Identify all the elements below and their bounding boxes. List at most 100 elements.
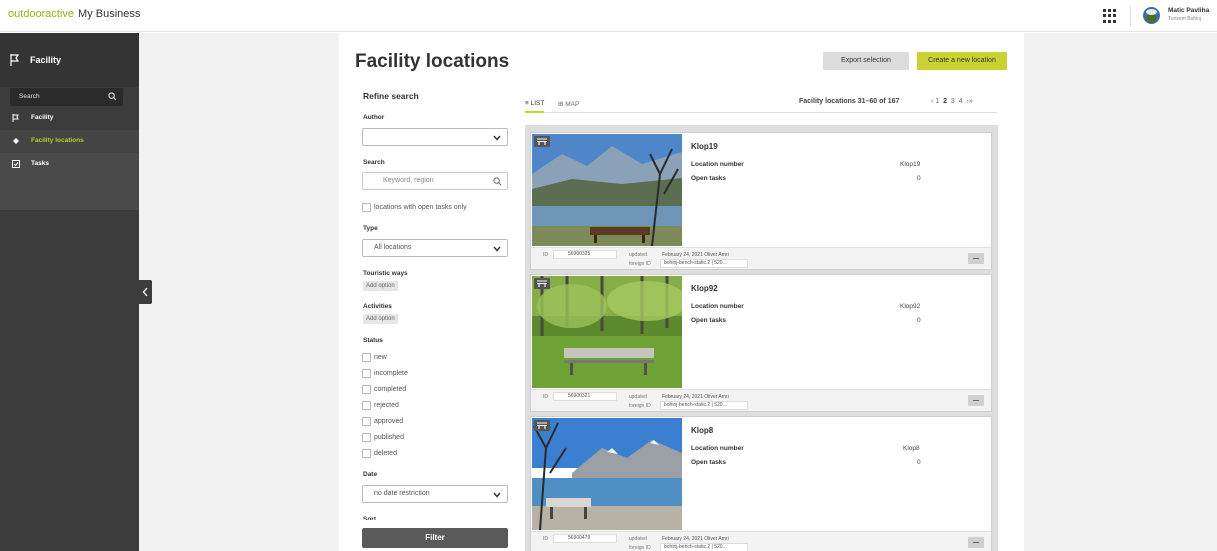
sidebar-item-label: Facility — [31, 114, 54, 121]
chevron-left-icon — [142, 287, 148, 297]
updated-label: updated — [629, 252, 648, 258]
status-option-label: completed — [374, 386, 407, 393]
status-checkbox[interactable] — [362, 401, 371, 410]
search-icon[interactable] — [493, 177, 502, 186]
top-divider — [1130, 6, 1131, 26]
location-photo[interactable] — [532, 134, 682, 246]
type-select[interactable]: All locations — [362, 239, 508, 257]
id-label: ID — [543, 252, 548, 258]
chevron-down-icon — [493, 135, 501, 141]
activities-add-option[interactable]: Add option — [363, 314, 398, 324]
id-value[interactable]: 56900321 — [553, 392, 617, 401]
list-item[interactable]: Klop8 Location number Klop8 Open tasks 0… — [530, 416, 992, 551]
location-number-label: Location number — [691, 445, 744, 452]
sidebar-item-label: Facility locations — [31, 137, 84, 144]
date-select[interactable]: no date restriction — [362, 485, 508, 503]
tab-map-label: MAP — [565, 101, 580, 108]
foreign-id-value[interactable]: bohinj-bench-static.2 | 520... — [660, 401, 748, 410]
open-tasks-label: Open tasks — [691, 459, 727, 466]
bench-icon — [534, 136, 550, 147]
location-photo[interactable] — [532, 418, 682, 530]
foreign-id-value[interactable]: bohinj-bench-static.2 | 520... — [660, 543, 748, 551]
id-label: ID — [543, 394, 548, 400]
open-tasks-value: 0 — [917, 317, 921, 324]
sidebar-item-facility[interactable]: Facility — [0, 107, 139, 130]
bench-icon — [534, 278, 550, 289]
location-number-value: Klop19 — [900, 161, 921, 168]
search-input[interactable]: Keyword, region — [362, 172, 508, 190]
sidebar-search-label: Search — [19, 93, 40, 100]
tab-list-label: LIST — [530, 100, 545, 107]
status-checkbox[interactable] — [362, 417, 371, 426]
left-gutter — [139, 33, 339, 551]
open-tasks-checkbox[interactable] — [362, 203, 371, 212]
list-item[interactable]: Klop19 Location number Klop19 Open tasks… — [530, 132, 992, 270]
location-photo[interactable] — [532, 276, 682, 388]
pager-page-1[interactable]: 1 — [935, 98, 939, 105]
list-item[interactable]: Klop92 Location number Klop92 Open tasks… — [530, 274, 992, 412]
foreign-id-label: foreign ID — [629, 261, 651, 267]
location-name[interactable]: Klop92 — [691, 284, 718, 293]
pager-page-current: 2 — [943, 98, 947, 105]
pager-page-4[interactable]: 4 — [959, 98, 963, 105]
foreign-id-label: foreign ID — [629, 545, 651, 551]
card-menu-button[interactable] — [968, 395, 984, 406]
touristic-ways-label: Touristic ways — [363, 270, 408, 277]
type-select-value: All locations — [374, 244, 412, 251]
results-count: Facility locations 31–60 of 167 — [799, 98, 900, 105]
touristic-ways-add-option[interactable]: Add option — [363, 281, 398, 291]
tab-map[interactable]: ⊞ MAP — [558, 100, 579, 108]
brand-logo[interactable]: outdooractive My Business — [8, 8, 140, 20]
brand-name-primary: outdooractive — [8, 8, 75, 20]
user-organization: Turizem Bohinj — [1168, 16, 1202, 22]
avatar[interactable] — [1143, 7, 1160, 24]
id-value[interactable]: 56900325 — [553, 250, 617, 259]
status-checkbox[interactable] — [362, 353, 371, 362]
author-label: Author — [363, 114, 385, 121]
location-number-value: Klop92 — [900, 303, 921, 310]
sidebar-title: Facility — [30, 55, 62, 65]
open-tasks-value: 0 — [917, 175, 921, 182]
sidebar-item-facility-locations[interactable]: Facility locations — [0, 130, 139, 153]
card-menu-button[interactable] — [968, 253, 984, 264]
top-bar: outdooractive My Business Matic Pavliha T… — [0, 0, 1217, 32]
results-list: Klop19 Location number Klop19 Open tasks… — [525, 125, 998, 551]
search-label: Search — [363, 159, 385, 166]
sidebar-item-tasks[interactable]: Tasks — [0, 153, 139, 176]
create-location-button[interactable]: Create a new location — [917, 52, 1007, 70]
search-placeholder: Keyword, region — [383, 177, 434, 184]
status-checkbox[interactable] — [362, 385, 371, 394]
status-checkbox[interactable] — [362, 369, 371, 378]
status-checkbox[interactable] — [362, 433, 371, 442]
open-tasks-label: locations with open tasks only — [374, 204, 467, 211]
pager-prev[interactable]: ‹ — [931, 98, 933, 105]
apps-grid-icon[interactable] — [1103, 9, 1117, 23]
location-name[interactable]: Klop8 — [691, 426, 713, 435]
open-tasks-label: Open tasks — [691, 317, 727, 324]
status-label: Status — [363, 337, 383, 344]
brand-name-secondary: My Business — [78, 8, 141, 20]
user-name[interactable]: Matic Pavliha — [1168, 7, 1209, 14]
pager-page-3[interactable]: 3 — [951, 98, 955, 105]
author-select[interactable] — [362, 128, 508, 146]
status-option-label: incomplete — [374, 370, 408, 377]
status-option-label: approved — [374, 418, 404, 425]
updated-label: updated — [629, 394, 648, 400]
foreign-id-value[interactable]: bohinj-bench-static.2 | 520... — [660, 259, 748, 268]
sidebar-collapse-button[interactable] — [139, 280, 152, 304]
activities-label: Activities — [363, 303, 392, 310]
status-checkbox[interactable] — [362, 449, 371, 458]
id-label: ID — [543, 536, 548, 542]
filter-button[interactable]: Filter — [362, 528, 508, 548]
type-label: Type — [363, 225, 378, 232]
card-menu-button[interactable] — [968, 537, 984, 548]
id-value[interactable]: 56900479 — [553, 534, 617, 543]
sidebar-search-input[interactable]: Search — [10, 88, 123, 106]
checkbox-icon — [12, 160, 20, 168]
updated-value: February 24, 2021 Oliver Amri — [662, 252, 729, 258]
search-icon[interactable] — [108, 92, 117, 101]
tab-list[interactable]: ≡ LIST — [525, 100, 545, 113]
export-selection-button[interactable]: Export selection — [823, 52, 909, 70]
pager-last[interactable]: » — [969, 98, 973, 105]
location-name[interactable]: Klop19 — [691, 142, 718, 151]
